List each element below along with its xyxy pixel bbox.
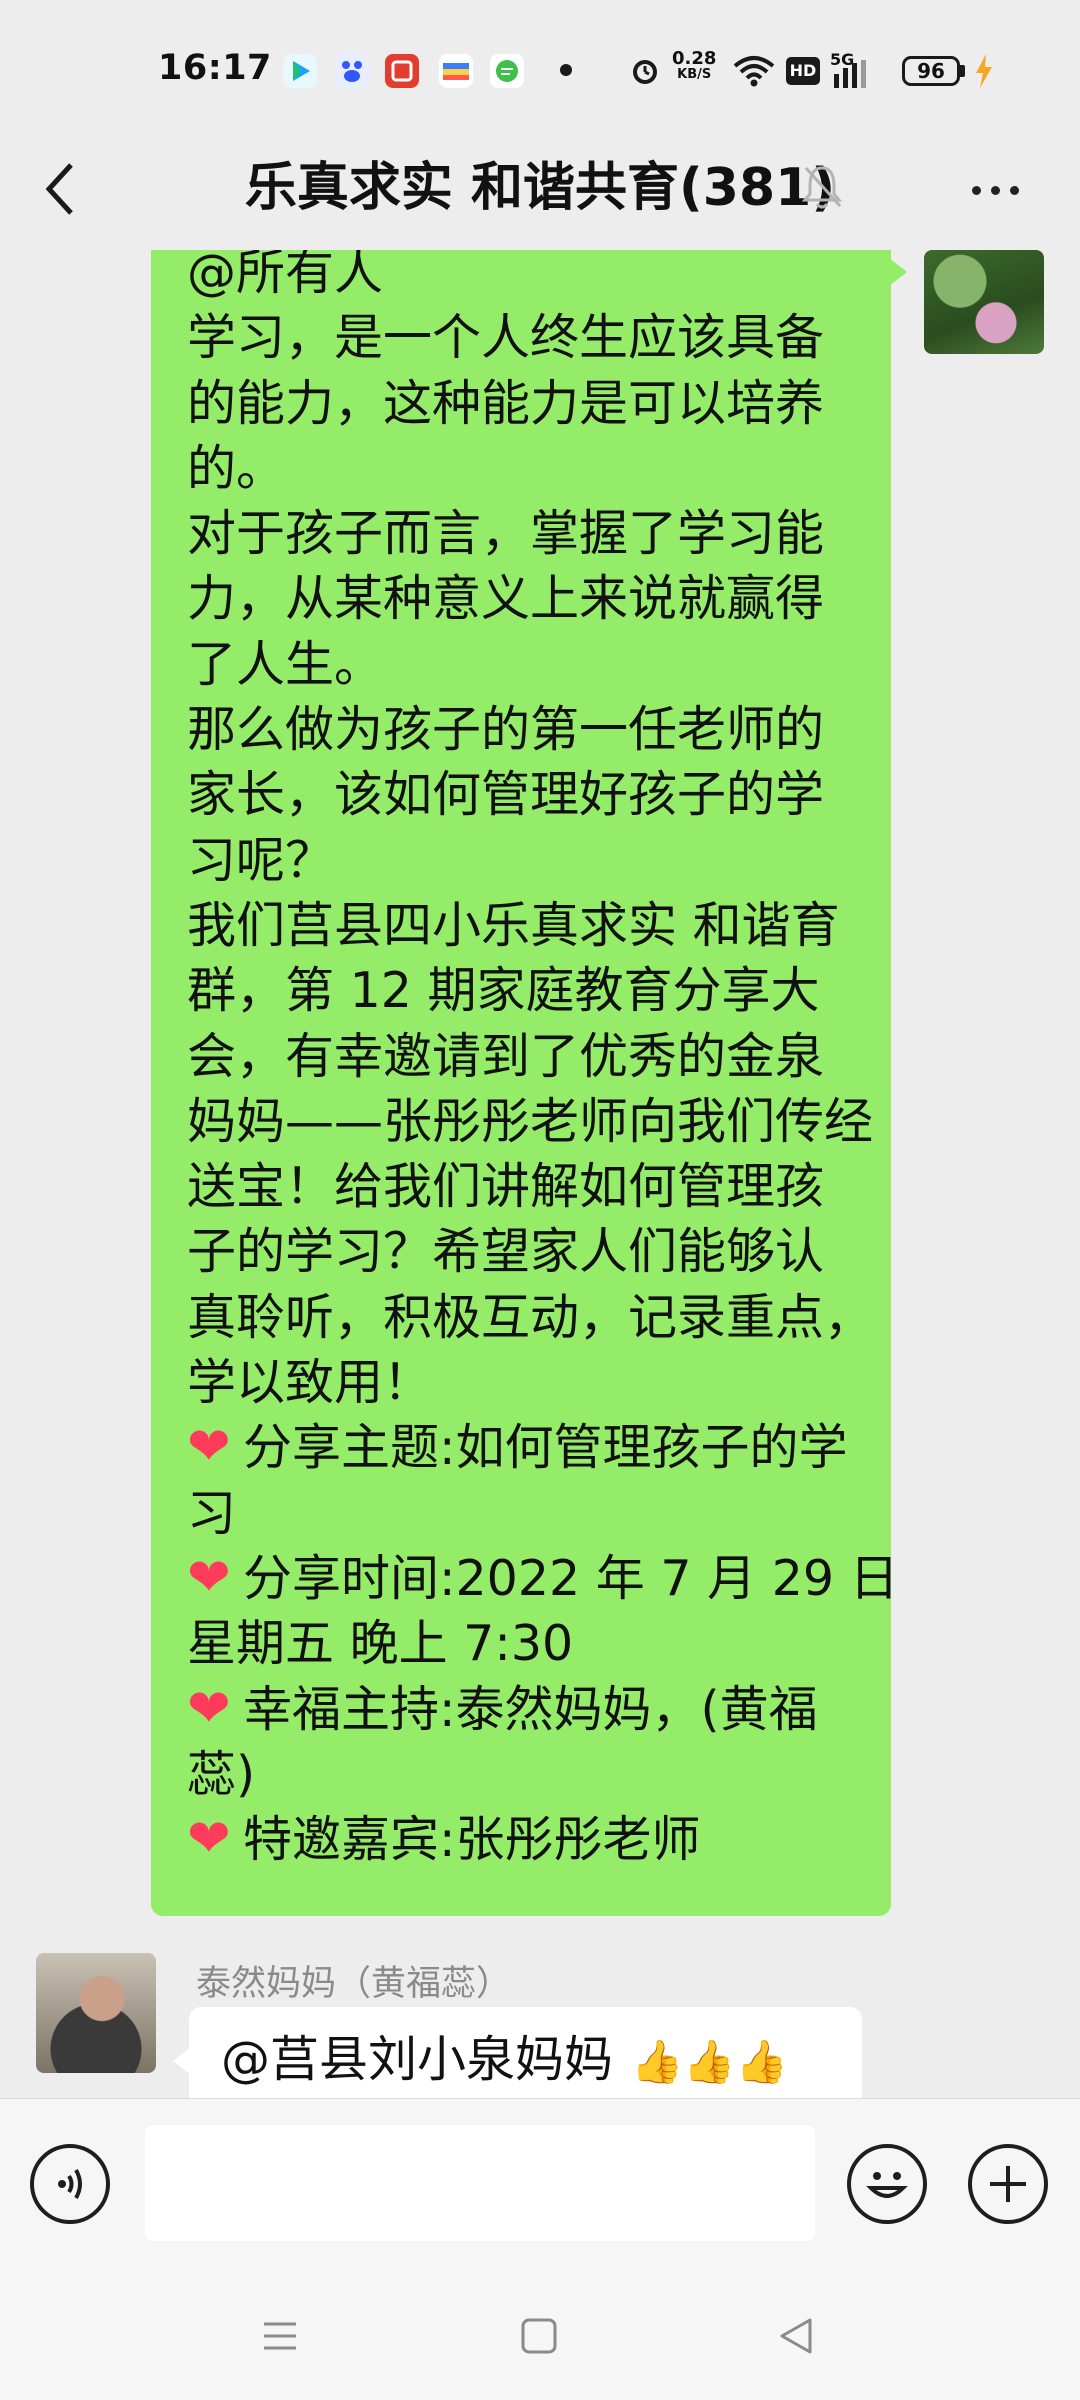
more-functions-button[interactable] xyxy=(968,2144,1048,2224)
heart-icon: ❤ xyxy=(187,1547,231,1608)
wechat-green-icon xyxy=(490,54,524,88)
hd-icon: HD xyxy=(786,57,820,85)
message-line: 了人生。 xyxy=(187,635,384,693)
chat-message-list[interactable]: @所有人 学习，是一个人终生应该具备 的能力，这种能力是可以培养 的。 对于孩子… xyxy=(0,250,1080,2098)
incoming-message-bubble[interactable]: @莒县刘小泉妈妈 👍👍👍 xyxy=(173,2007,862,2098)
message-line: 家长，该如何管理好孩子的学 xyxy=(187,766,825,824)
message-line: 星期五 晚上 7:30 xyxy=(187,1615,574,1673)
nav-home-button[interactable] xyxy=(509,2308,569,2364)
sender-name: 泰然妈妈（黄福蕊） xyxy=(196,1964,512,2004)
heart-item-text: 特邀嘉宾:张彤彤老师 xyxy=(243,1811,701,1869)
message-line: 习呢？ xyxy=(187,831,335,889)
message-line: 会，有幸邀请到了优秀的金泉 xyxy=(187,1027,825,1085)
message-line: 子的学习？希望家人们能够认 xyxy=(187,1223,825,1281)
message-line: 送宝！给我们讲解如何管理孩 xyxy=(187,1158,825,1216)
more-dot-icon xyxy=(971,185,981,195)
message-line: ❤ 特邀嘉宾:张彤彤老师 xyxy=(187,1807,857,1872)
message-input-bar xyxy=(0,2098,1080,2269)
menu-icon xyxy=(264,2322,296,2350)
heart-icon: ❤ xyxy=(187,1678,231,1739)
more-dot-icon xyxy=(990,185,1000,195)
message-line: @所有人 xyxy=(187,250,384,301)
heart-icon: ❤ xyxy=(187,1809,231,1870)
thumbs-up-icon: 👍👍👍 xyxy=(631,2037,788,2086)
message-line: 的。 xyxy=(187,439,286,497)
smiley-icon xyxy=(866,2172,908,2198)
sender-avatar[interactable] xyxy=(36,1953,156,2073)
incoming-message-text: @莒县刘小泉妈妈 xyxy=(221,2031,614,2088)
home-square-icon xyxy=(521,2318,557,2354)
message-line: ❤ 幸福主持:泰然妈妈，(黄福 xyxy=(187,1677,857,1742)
status-bar: 16:17 0.28 KB/S HD 5G 96 xyxy=(0,0,1080,130)
my-avatar[interactable] xyxy=(924,250,1044,354)
heart-icon: ❤ xyxy=(187,1417,231,1478)
signal-icon xyxy=(834,60,866,88)
wallet-app-icon xyxy=(439,54,473,88)
nav-menu-button[interactable] xyxy=(250,2308,310,2364)
video-app-icon xyxy=(283,54,317,88)
message-line: 群，第 12 期家庭教育分享大 xyxy=(187,962,820,1020)
charging-icon xyxy=(976,54,992,88)
heart-item-text: 幸福主持:泰然妈妈，(黄福 xyxy=(243,1680,818,1738)
message-line: 的能力，这种能力是可以培养 xyxy=(187,374,825,432)
message-line: ❤ 分享主题:如何管理孩子的学 xyxy=(187,1415,857,1480)
heart-item-text: 分享主题:如何管理孩子的学 xyxy=(243,1419,848,1477)
message-line: 蕊) xyxy=(187,1745,256,1803)
alarm-icon xyxy=(633,60,657,84)
message-line: 学以致用！ xyxy=(187,1354,433,1412)
back-triangle-icon xyxy=(780,2318,812,2354)
chat-header: 乐真求实 和谐共育(381) xyxy=(0,130,1080,250)
network-speed: 0.28 KB/S xyxy=(672,50,716,82)
message-line: 对于孩子而言，掌握了学习能 xyxy=(187,505,825,563)
voice-icon xyxy=(58,2169,82,2199)
message-line: 习 xyxy=(187,1484,237,1542)
emoji-button[interactable] xyxy=(847,2144,927,2224)
message-line: 我们莒县四小乐真求实 和谐育 xyxy=(187,896,840,954)
message-line: 妈妈——张彤彤老师向我们传经 xyxy=(187,1092,874,1150)
message-line: ❤ 分享时间:2022 年 7 月 29 日 xyxy=(187,1546,899,1611)
outgoing-message-text: @所有人 学习，是一个人终生应该具备 的能力，这种能力是可以培养 的。 对于孩子… xyxy=(187,250,899,1872)
outgoing-message-bubble[interactable]: @所有人 学习，是一个人终生应该具备 的能力，这种能力是可以培养 的。 对于孩子… xyxy=(151,250,907,1916)
voice-input-button[interactable] xyxy=(30,2144,110,2224)
baidu-icon xyxy=(335,54,369,88)
heart-item-text: 分享时间:2022 年 7 月 29 日 xyxy=(243,1549,899,1607)
message-line: 学习，是一个人终生应该具备 xyxy=(187,309,825,367)
more-options-button[interactable] xyxy=(955,160,1035,220)
chat-title-text: 乐真求实 和谐共育(381) xyxy=(244,158,836,218)
message-input[interactable] xyxy=(145,2125,815,2241)
ting-app-icon xyxy=(385,54,419,88)
message-line: 力，从某种意义上来说就赢得 xyxy=(187,570,825,628)
plus-icon xyxy=(990,2166,1026,2202)
system-nav-bar xyxy=(0,2268,1080,2400)
chat-title: 乐真求实 和谐共育(381) xyxy=(0,148,1080,228)
battery-icon: 96 xyxy=(902,56,960,86)
mute-bell-icon xyxy=(801,166,843,209)
message-line: 那么做为孩子的第一任老师的 xyxy=(187,701,825,759)
nav-back-button[interactable] xyxy=(766,2308,826,2364)
network-speed-value: 0.28 xyxy=(672,48,717,69)
notification-dot-icon xyxy=(560,64,572,76)
status-time: 16:17 xyxy=(158,48,272,88)
message-line: 真聆听，积极互动，记录重点， xyxy=(187,1288,874,1346)
network-speed-unit: KB/S xyxy=(677,67,712,82)
more-dot-icon xyxy=(1009,185,1019,195)
battery-cap xyxy=(960,65,965,77)
wifi-icon xyxy=(733,56,775,87)
